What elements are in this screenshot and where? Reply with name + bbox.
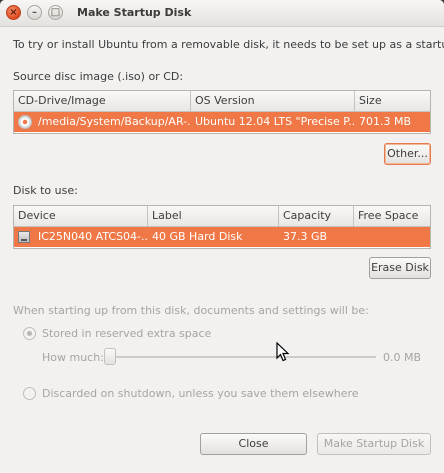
- hard-disk-icon: [18, 231, 30, 243]
- disk-table[interactable]: Device Label Capacity Free Space IC25N04…: [13, 205, 431, 249]
- radio-selected-dot: [27, 331, 32, 336]
- source-table-header: CD-Drive/Image OS Version Size: [14, 91, 430, 112]
- window-close-button[interactable]: ×: [6, 5, 21, 20]
- disk-label-value: 40 GB Hard Disk: [152, 230, 243, 243]
- source-image-path: /media/System/Backup/AR-...: [38, 115, 191, 128]
- stored-option-label[interactable]: Stored in reserved extra space: [42, 327, 211, 340]
- column-header-os-version[interactable]: OS Version: [191, 91, 355, 111]
- window-maximize-button[interactable]: □: [48, 5, 63, 20]
- source-size: 701.3 MB: [359, 115, 412, 128]
- table-row[interactable]: /media/System/Backup/AR-... Ubuntu 12.04…: [14, 112, 430, 132]
- column-header-cd-drive[interactable]: CD-Drive/Image: [14, 91, 191, 111]
- source-os-version: Ubuntu 12.04 LTS "Precise P...: [195, 115, 355, 128]
- disk-table-header: Device Label Capacity Free Space: [14, 206, 430, 227]
- other-button[interactable]: Other...: [384, 143, 431, 165]
- space-slider-track[interactable]: [110, 356, 376, 358]
- cd-icon: [18, 115, 32, 129]
- space-slider-handle[interactable]: [104, 348, 116, 365]
- how-much-label: How much:: [42, 351, 104, 364]
- window-minimize-button[interactable]: –: [27, 5, 42, 20]
- column-header-free-space[interactable]: Free Space: [354, 206, 430, 226]
- mouse-pointer-icon: [276, 342, 290, 362]
- close-button[interactable]: Close: [200, 433, 307, 455]
- disk-label: Disk to use:: [13, 184, 78, 197]
- disk-free-space: [354, 227, 430, 247]
- table-row[interactable]: IC25N040 ATCS04-... 40 GB Hard Disk 37.3…: [14, 227, 430, 247]
- title-bar: × – □ Make Startup Disk: [0, 0, 444, 27]
- make-startup-disk-button[interactable]: Make Startup Disk: [317, 433, 431, 455]
- discarded-radio[interactable]: [23, 387, 36, 400]
- window-title: Make Startup Disk: [77, 6, 192, 19]
- discarded-option-label[interactable]: Discarded on shutdown, unless you save t…: [42, 387, 359, 400]
- make-startup-disk-window: × – □ Make Startup Disk To try or instal…: [0, 0, 444, 473]
- how-much-value: 0.0 MB: [383, 351, 422, 364]
- source-label: Source disc image (.iso) or CD:: [13, 70, 184, 83]
- column-header-label[interactable]: Label: [148, 206, 279, 226]
- column-header-size[interactable]: Size: [355, 91, 430, 111]
- stored-radio[interactable]: [23, 327, 36, 340]
- column-header-capacity[interactable]: Capacity: [279, 206, 354, 226]
- column-header-device[interactable]: Device: [14, 206, 148, 226]
- storage-heading: When starting up from this disk, documen…: [13, 304, 369, 317]
- source-table[interactable]: CD-Drive/Image OS Version Size /media/Sy…: [13, 90, 431, 134]
- disk-device: IC25N040 ATCS04-...: [38, 230, 148, 243]
- disk-capacity: 37.3 GB: [283, 230, 328, 243]
- intro-text: To try or install Ubuntu from a removabl…: [13, 38, 444, 51]
- erase-disk-button[interactable]: Erase Disk: [369, 257, 431, 279]
